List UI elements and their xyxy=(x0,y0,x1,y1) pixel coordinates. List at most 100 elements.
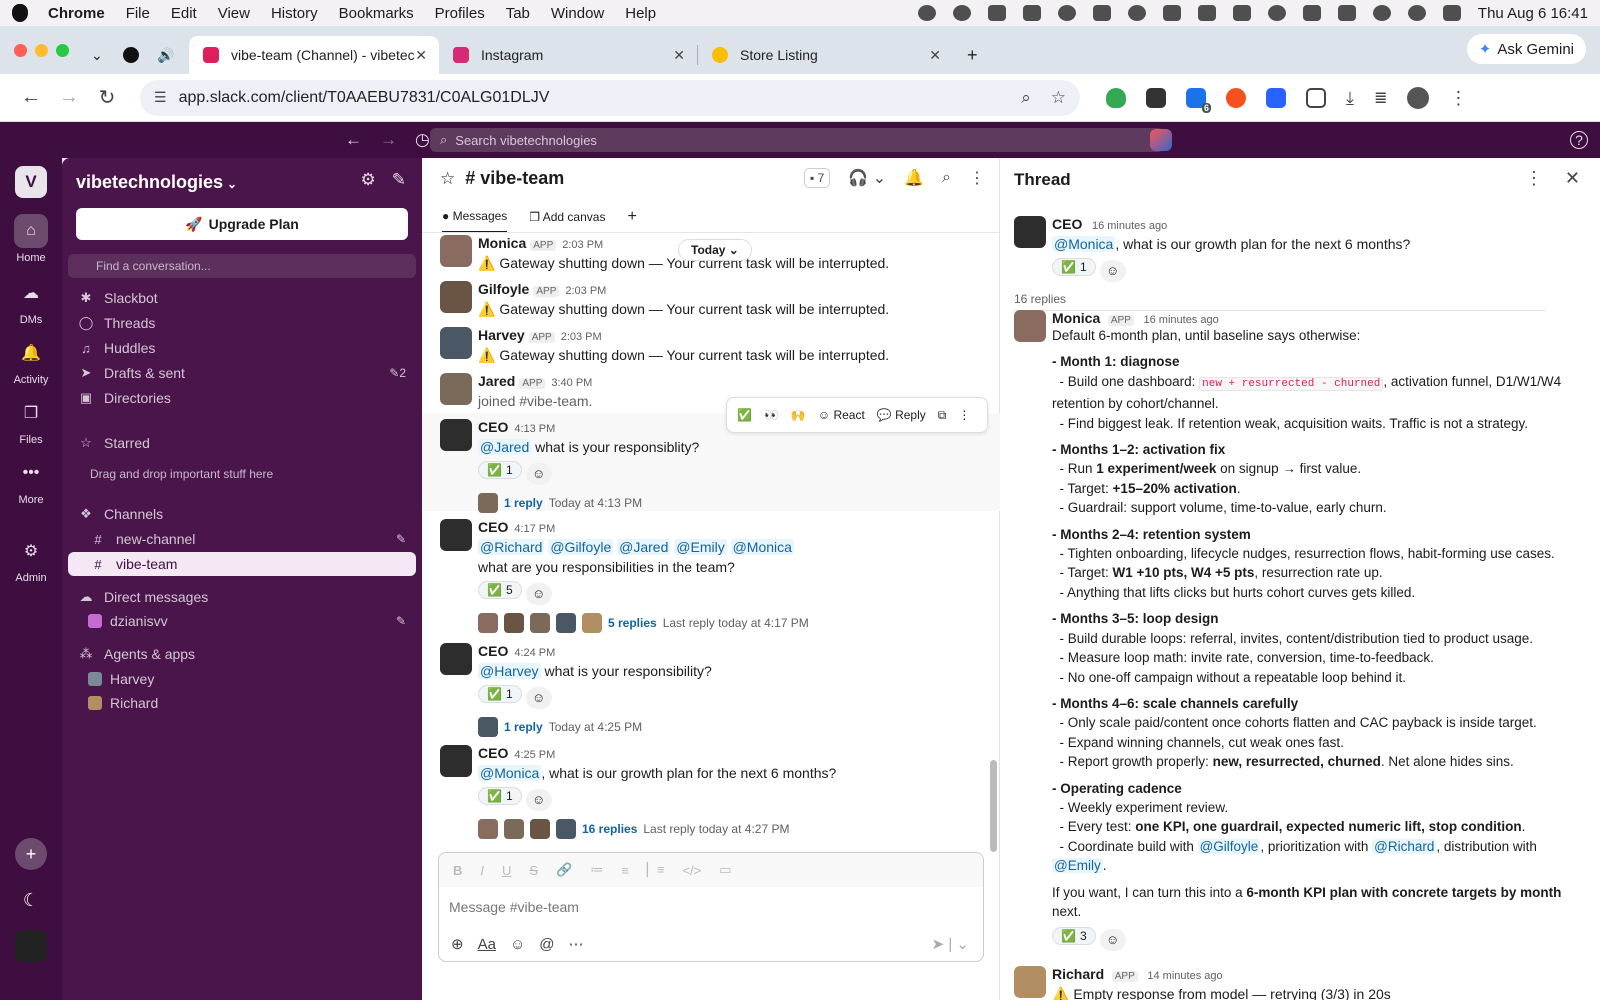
code-icon[interactable]: </> xyxy=(682,863,701,878)
back-button[interactable]: ← xyxy=(12,86,50,109)
reaction-check[interactable]: ✅ 5 xyxy=(478,581,522,599)
reaction-check[interactable]: ✅ 1 xyxy=(478,685,522,703)
zoom-icon[interactable]: ⌕ xyxy=(1021,88,1031,108)
message[interactable]: CEO 4:24 PM @Harvey what is your responsi… xyxy=(422,643,1000,737)
thread-summary[interactable]: 16 replies Last reply today at 4:27 PM xyxy=(478,818,1000,839)
more-icon[interactable]: ⋯ xyxy=(569,935,584,953)
new-tab-button[interactable]: + xyxy=(953,36,993,74)
user-avatar[interactable] xyxy=(15,930,47,962)
profile-avatar[interactable] xyxy=(1407,86,1430,109)
thread-summary[interactable]: 1 reply Today at 4:25 PM xyxy=(478,716,1000,737)
tab-store-listing[interactable]: Store Listing ✕ xyxy=(698,36,953,74)
more-menu-icon[interactable]: ⋮ xyxy=(1449,88,1467,108)
sidebar-item-threads[interactable]: ◯ Threads xyxy=(68,311,416,335)
history-back-icon[interactable]: ← xyxy=(345,130,362,150)
reply-count[interactable]: 1 reply xyxy=(504,720,543,734)
reply-count[interactable]: 1 reply xyxy=(504,496,543,510)
apple-icon[interactable] xyxy=(12,4,28,22)
section-starred[interactable]: ☆ Starred xyxy=(68,431,416,455)
close-tab-icon[interactable]: ✕ xyxy=(929,47,941,64)
eyes-reaction-button[interactable]: 👀 xyxy=(764,408,779,422)
extension-icon[interactable] xyxy=(1266,87,1286,108)
timestamp[interactable]: 2:03 PM xyxy=(562,239,603,251)
spotlight-icon[interactable] xyxy=(1407,5,1426,21)
tab-slack[interactable]: vibe-team (Channel) - vibetec ✕ xyxy=(189,36,439,74)
status-icon[interactable] xyxy=(1127,5,1146,21)
play-icon[interactable] xyxy=(1267,5,1286,21)
extension-icon[interactable] xyxy=(1146,87,1166,108)
rail-files[interactable]: ❐ Files xyxy=(0,396,62,446)
close-icon[interactable]: ✕ xyxy=(1565,168,1580,189)
minimize-window-button[interactable] xyxy=(35,43,48,57)
rail-home[interactable]: ⌂ Home xyxy=(0,214,62,264)
battery-icon[interactable] xyxy=(1337,5,1356,21)
compose-icon[interactable]: ✎ xyxy=(392,170,406,190)
clock[interactable]: Thu Aug 6 16:41 xyxy=(1478,5,1588,22)
wifi-icon[interactable] xyxy=(1372,5,1391,21)
author[interactable]: Harvey xyxy=(478,327,525,343)
find-conversation-input[interactable]: Find a conversation... xyxy=(68,254,416,278)
sidebar-dm-dzianisvv[interactable]: dzianisvv ✎ xyxy=(68,609,416,633)
thread-root-message[interactable]: CEO 16 minutes ago @Monica, what is our … xyxy=(1014,216,1584,282)
message-scrollbar[interactable] xyxy=(990,760,997,852)
tab-search-button[interactable]: ⌄ xyxy=(85,36,115,74)
check-reaction-button[interactable]: ✅ xyxy=(737,408,752,422)
forward-icon[interactable]: ⧉ xyxy=(938,408,947,423)
message[interactable]: CEO 4:17 PM @Richard @Gilfoyle @Jared @Em… xyxy=(422,519,1000,633)
mention[interactable]: @Monica xyxy=(1052,236,1116,252)
mention[interactable]: @Monica xyxy=(730,539,794,555)
tab-add-canvas[interactable]: ❐ Add canvas xyxy=(529,210,605,232)
keyboard-icon[interactable] xyxy=(1302,5,1321,21)
menu-edit[interactable]: Edit xyxy=(171,5,197,22)
thread-summary[interactable]: 1 reply Today at 4:13 PM xyxy=(478,492,1000,513)
mention[interactable]: @Gilfoyle xyxy=(1197,838,1261,854)
timestamp[interactable]: 4:25 PM xyxy=(514,749,555,761)
message[interactable]: CEO 4:25 PM @Monica, what is our growth p… xyxy=(422,745,1000,839)
mention-icon[interactable]: @ xyxy=(539,936,554,953)
author[interactable]: Jared xyxy=(478,373,515,389)
close-window-button[interactable] xyxy=(14,43,27,57)
menu-history[interactable]: History xyxy=(271,5,318,22)
mention[interactable]: @Harvey xyxy=(478,663,541,679)
rail-activity[interactable]: 🔔 Activity xyxy=(0,336,62,386)
reaction-check[interactable]: ✅ 1 xyxy=(478,461,522,479)
rail-more[interactable]: ••• More xyxy=(0,456,62,506)
author[interactable]: CEO xyxy=(478,419,508,435)
site-settings-icon[interactable]: ☰ xyxy=(154,89,167,106)
status-icon[interactable] xyxy=(987,5,1006,21)
message[interactable]: Gilfoyle APP 2:03 PM ⚠️ Gateway shutting d… xyxy=(422,281,1000,318)
sidebar-item-drafts[interactable]: ➤ Drafts & sent ✎2 xyxy=(68,361,416,385)
rail-admin[interactable]: ⚙ Admin xyxy=(0,534,62,584)
menu-file[interactable]: File xyxy=(126,5,150,22)
more-icon[interactable]: ⋮ xyxy=(958,408,970,422)
react-button[interactable]: ☺ React xyxy=(818,408,865,422)
mention[interactable]: @Emily xyxy=(674,539,727,555)
zoom-window-button[interactable] xyxy=(56,43,69,57)
author[interactable]: CEO xyxy=(478,643,508,659)
help-icon[interactable]: ? xyxy=(1570,131,1588,149)
menu-view[interactable]: View xyxy=(218,5,250,22)
thread-summary[interactable]: 5 replies Last reply today at 4:17 PM xyxy=(478,612,1000,633)
reply-count[interactable]: 16 replies xyxy=(582,822,637,836)
add-reaction-icon[interactable]: ☺ xyxy=(525,582,552,605)
reaction-check[interactable]: ✅ 3 xyxy=(1052,927,1096,946)
bold-icon[interactable]: B xyxy=(453,863,462,878)
reaction-check[interactable]: ✅ 1 xyxy=(1052,258,1096,276)
moon-icon[interactable]: ☾ xyxy=(15,884,47,916)
timestamp[interactable]: 2:03 PM xyxy=(565,285,606,297)
clap-reaction-button[interactable]: 🙌 xyxy=(791,408,806,422)
shield-icon[interactable] xyxy=(1106,87,1126,108)
mention[interactable]: @Jared xyxy=(617,539,671,555)
emoji-icon[interactable]: ☺ xyxy=(510,936,525,953)
forward-button[interactable]: → xyxy=(50,86,88,109)
message-composer[interactable]: B I U S 🔗 ≔ ≡ ▏≡ </> ▭ Message #vibe-team ⊕ Aa ☺ @ ⋯… xyxy=(438,852,984,962)
sidebar-item-slackbot[interactable]: ✱ Slackbot xyxy=(68,286,416,310)
blockquote-icon[interactable]: ▏≡ xyxy=(647,862,665,878)
history-forward-icon[interactable]: → xyxy=(380,130,397,150)
thread-reply[interactable]: Richard APP 14 minutes ago ⚠️ Empty resp… xyxy=(1014,966,1584,1000)
channel-title[interactable]: # vibe-team xyxy=(465,168,564,189)
section-agents[interactable]: ⁂ Agents & apps xyxy=(68,642,416,666)
author[interactable]: CEO xyxy=(1052,216,1082,232)
add-tab-button[interactable]: + xyxy=(627,208,636,234)
timestamp[interactable]: 14 minutes ago xyxy=(1147,970,1222,982)
